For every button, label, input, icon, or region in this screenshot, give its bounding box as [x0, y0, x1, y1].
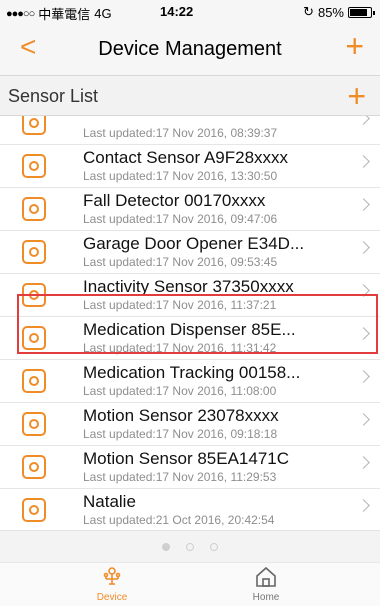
- signal-strength: ●●●○○: [6, 7, 35, 20]
- section-title: Sensor List: [8, 86, 99, 106]
- sensor-name: Contact Sensor A9F28xxxx: [83, 148, 289, 167]
- chevron-right-icon: [357, 327, 370, 340]
- sensor-icon: [22, 412, 46, 436]
- sensor-icon: [22, 154, 46, 178]
- chevron-right-icon: [357, 499, 370, 512]
- add-sensor-button[interactable]: +: [347, 80, 366, 112]
- sensor-row[interactable]: Medication Tracking 00158... Last updated…: [0, 360, 380, 403]
- chevron-right-icon: [357, 155, 370, 168]
- sensor-name: Inactivity Sensor 37350xxxx: [83, 277, 294, 296]
- tab-device[interactable]: Device: [52, 565, 172, 606]
- network-type: 4G: [94, 6, 112, 21]
- sensor-icon: [22, 240, 46, 264]
- sensor-name: Medication Dispenser 85E...: [83, 320, 296, 339]
- home-icon: [256, 566, 276, 587]
- sensor-row[interactable]: Contact Sensor A9F28xxxx Last updated:17 …: [0, 145, 380, 188]
- sensor-icon: [22, 116, 46, 135]
- sensor-icon-inner: [29, 333, 39, 343]
- chevron-right-icon: [357, 241, 370, 254]
- add-device-button[interactable]: +: [345, 30, 364, 62]
- chevron-right-icon: [357, 413, 370, 426]
- sensor-icon: [22, 369, 46, 393]
- sensor-list-inner: Last updated:17 Nov 2016, 08:39:37 Contac…: [0, 116, 380, 530]
- tab-device-label: Device: [96, 592, 128, 603]
- sensor-icon-inner: [29, 505, 39, 515]
- sensor-name: Natalie: [83, 492, 136, 511]
- plus-icon: +: [345, 28, 364, 64]
- plus-icon: +: [347, 78, 366, 114]
- sensor-icon: [22, 326, 46, 350]
- sensor-name: Motion Sensor 23078xxxx: [83, 406, 279, 425]
- tab-home-label: Home: [252, 592, 280, 603]
- sensor-last-updated: Last updated:17 Nov 2016, 13:30:50: [83, 169, 278, 183]
- battery-percent: 85%: [317, 4, 344, 20]
- chevron-right-icon: [357, 370, 370, 383]
- sensor-icon: [22, 498, 46, 522]
- sensor-row[interactable]: Garage Door Opener E34D... Last updated:1…: [0, 231, 380, 274]
- page-indicator[interactable]: [0, 530, 380, 562]
- battery-fill: [350, 8, 367, 16]
- sensor-name: Garage Door Opener E34D...: [83, 234, 305, 253]
- status-right: ↻ 85%: [303, 4, 375, 20]
- sensor-last-updated: Last updated:17 Nov 2016, 11:37:21: [83, 298, 277, 312]
- sensor-icon-inner: [29, 247, 39, 257]
- tab-bar: Device Home: [0, 562, 380, 606]
- sensor-icon-inner: [29, 290, 39, 300]
- rotation-lock-icon: ↻: [303, 4, 314, 19]
- sensor-icon-inner: [29, 419, 39, 429]
- sensor-last-updated: Last updated:21 Oct 2016, 20:42:54: [83, 513, 275, 527]
- sensor-last-updated: Last updated:17 Nov 2016, 08:39:37: [83, 126, 278, 140]
- chevron-right-icon: [357, 284, 370, 297]
- sensor-name: Medication Tracking 00158...: [83, 363, 301, 382]
- sensor-last-updated: Last updated:17 Nov 2016, 09:53:45: [83, 255, 278, 269]
- sensor-icon-inner: [29, 462, 39, 472]
- status-left: ●●●○○ 中華電信 4G: [6, 4, 112, 23]
- chevron-right-icon: [357, 116, 370, 125]
- sensor-row[interactable]: Fall Detector 00170xxxx Last updated:17 N…: [0, 188, 380, 231]
- sensor-row[interactable]: Motion Sensor 85EA1471C Last updated:17 N…: [0, 446, 380, 489]
- page-dot[interactable]: [162, 542, 170, 551]
- sensor-icon: [22, 455, 46, 479]
- sensor-icon-inner: [29, 161, 39, 171]
- sensor-list[interactable]: Last updated:17 Nov 2016, 08:39:37 Contac…: [0, 116, 380, 530]
- carrier-name: 中華電信: [38, 7, 91, 22]
- sensor-icon: [22, 283, 46, 307]
- sensor-list-header: Sensor List +: [0, 76, 380, 116]
- page-title: Device Management: [98, 38, 282, 60]
- tab-home[interactable]: Home: [206, 565, 326, 606]
- sensor-last-updated: Last updated:17 Nov 2016, 11:29:53: [83, 470, 277, 484]
- sensor-last-updated: Last updated:17 Nov 2016, 09:47:06: [83, 212, 278, 226]
- status-time: 14:22: [160, 4, 194, 19]
- sensor-row[interactable]: Last updated:17 Nov 2016, 08:39:37: [0, 116, 380, 145]
- battery-icon: [348, 6, 375, 18]
- sensor-row[interactable]: Medication Dispenser 85E... Last updated:…: [0, 317, 380, 360]
- device-icon: [103, 567, 121, 585]
- sensor-icon: [22, 197, 46, 221]
- sensor-last-updated: Last updated:17 Nov 2016, 09:18:18: [83, 427, 278, 441]
- sensor-icon-inner: [29, 204, 39, 214]
- sensor-icon-inner: [29, 376, 39, 386]
- nav-bar: < Device Management +: [0, 22, 380, 76]
- sensor-last-updated: Last updated:17 Nov 2016, 11:08:00: [83, 384, 277, 398]
- chevron-right-icon: [357, 456, 370, 469]
- chevron-right-icon: [357, 198, 370, 211]
- sensor-icon-inner: [29, 118, 39, 128]
- status-bar: ●●●○○ 中華電信 4G 14:22 ↻ 85%: [0, 0, 380, 22]
- sensor-last-updated: Last updated:17 Nov 2016, 11:31:42: [83, 341, 277, 355]
- sensor-name: Fall Detector 00170xxxx: [83, 191, 266, 210]
- page-dot[interactable]: [186, 542, 194, 551]
- sensor-row[interactable]: Motion Sensor 23078xxxx Last updated:17 N…: [0, 403, 380, 446]
- sensor-row[interactable]: Natalie Last updated:21 Oct 2016, 20:42:5…: [0, 489, 380, 530]
- sensor-name: Motion Sensor 85EA1471C: [83, 449, 290, 468]
- sensor-row[interactable]: Inactivity Sensor 37350xxxx Last updated:…: [0, 274, 380, 317]
- page-dot[interactable]: [210, 542, 218, 551]
